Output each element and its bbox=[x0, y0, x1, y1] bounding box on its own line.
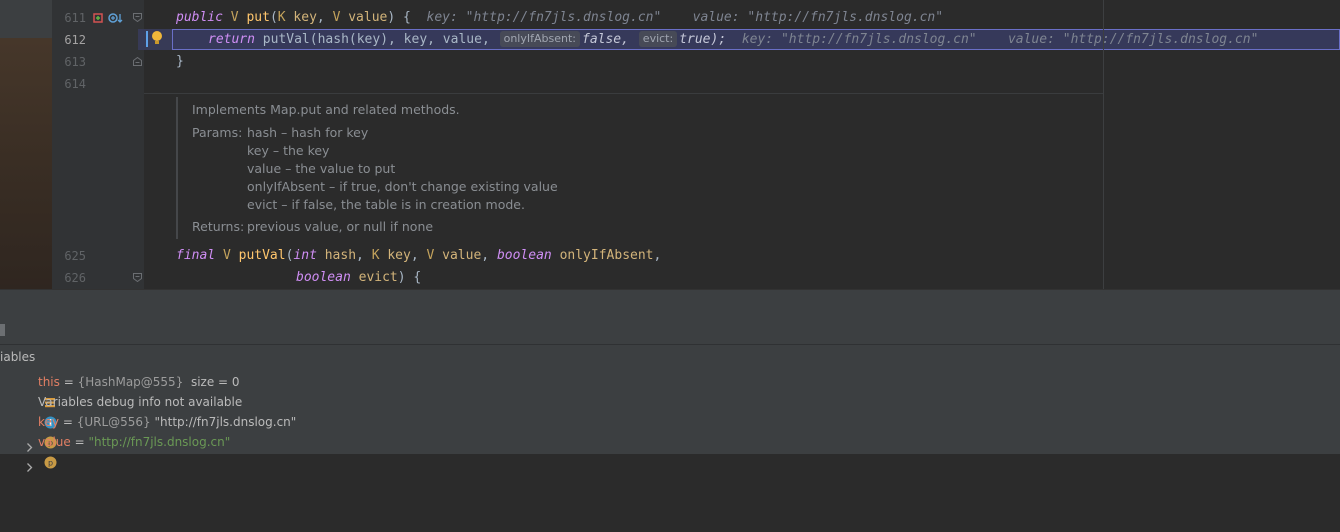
literal: false, bbox=[582, 32, 629, 47]
code-line-612[interactable]: return putVal(hash(key), key, value, onl… bbox=[208, 29, 1258, 51]
code-line-611[interactable]: public V put(K key, V value) { key: "htt… bbox=[176, 7, 943, 29]
punct: ) { bbox=[387, 10, 411, 25]
info-message: Variables debug info not available bbox=[38, 395, 243, 409]
param-name: onlyIfAbsent bbox=[559, 248, 654, 263]
doc-params-label: Params: bbox=[192, 125, 243, 140]
debugger-toolbar bbox=[0, 317, 1340, 345]
field-icon bbox=[21, 375, 55, 408]
method-name: putVal bbox=[238, 248, 286, 263]
type-name: V bbox=[426, 248, 435, 263]
override-down-icon[interactable] bbox=[108, 10, 124, 29]
variable-value: "http://fn7jls.dnslog.cn" bbox=[88, 435, 231, 449]
type-name: K bbox=[277, 10, 286, 25]
right-margin-guide bbox=[1103, 0, 1104, 289]
doc-summary: Implements Map.put and related methods. bbox=[192, 102, 460, 117]
code-editor[interactable]: 611 612 613 614 625 626 public V put(K k… bbox=[0, 0, 1340, 289]
param-name: hash bbox=[324, 248, 357, 263]
type-name: V bbox=[230, 10, 239, 25]
keyword: return bbox=[208, 32, 255, 47]
project-panel-edge bbox=[0, 0, 52, 289]
param-hint: onlyIfAbsent: bbox=[499, 31, 580, 47]
implemented-method-icon[interactable] bbox=[92, 10, 105, 29]
param-hint: evict: bbox=[638, 31, 678, 47]
punct: , bbox=[316, 10, 333, 25]
type-name: V bbox=[222, 248, 231, 263]
variable-value: "http://fn7jls.dnslog.cn" bbox=[154, 415, 297, 429]
keyword: int bbox=[293, 248, 317, 263]
fold-collapse-icon[interactable] bbox=[133, 13, 142, 22]
doc-separator bbox=[144, 93, 1104, 94]
doc-param: onlyIfAbsent – if true, don't change exi… bbox=[247, 179, 558, 194]
variable-name: this bbox=[38, 375, 60, 389]
code-line-625[interactable]: final V putVal(int hash, K key, V value,… bbox=[176, 245, 661, 267]
fold-collapse-icon[interactable] bbox=[133, 273, 142, 282]
toolbar-handle-icon[interactable] bbox=[0, 324, 5, 336]
variable-name: key bbox=[38, 415, 60, 429]
call-expression: putVal(hash(key), key, value, bbox=[262, 32, 490, 47]
doc-returns: previous value, or null if none bbox=[247, 219, 434, 234]
svg-text:p: p bbox=[48, 459, 53, 468]
line-number[interactable]: 626 bbox=[52, 267, 86, 289]
variable-name: value bbox=[38, 435, 71, 449]
doc-param: evict – if false, the table is in creati… bbox=[247, 197, 525, 212]
code-line-626[interactable]: boolean evict) { bbox=[296, 267, 421, 289]
param-name: key bbox=[387, 248, 411, 263]
variable-type: {URL@556} bbox=[76, 415, 151, 429]
param-name: value bbox=[348, 10, 388, 25]
type-name: K bbox=[371, 248, 380, 263]
doc-param: value – the value to put bbox=[247, 161, 396, 176]
variable-row[interactable]: p key = {URL@556} "http://fn7jls.dnslog.… bbox=[0, 412, 1340, 452]
inline-debug-value: key: "http://fn7jls.dnslog.cn" bbox=[741, 32, 977, 47]
gutter-top-strip bbox=[0, 0, 52, 38]
variable-row[interactable]: this = {HashMap@555} size = 0 bbox=[0, 372, 1340, 408]
param-name: value bbox=[442, 248, 482, 263]
line-number[interactable]: 613 bbox=[52, 51, 86, 73]
variable-value: size = 0 bbox=[190, 375, 240, 389]
method-name: put bbox=[246, 10, 270, 25]
keyword: boolean bbox=[296, 270, 351, 285]
variable-row: Variables debug info not available bbox=[0, 392, 1340, 429]
punct: , bbox=[653, 248, 662, 263]
variable-row[interactable]: p value = "http://fn7jls.dnslog.cn" bbox=[0, 432, 1340, 472]
line-number[interactable]: 625 bbox=[52, 245, 86, 267]
variables-panel-header: iables bbox=[0, 345, 1340, 373]
doc-returns-label: Returns: bbox=[192, 219, 245, 234]
doc-param: key – the key bbox=[247, 143, 330, 158]
doc-param: hash – hash for key bbox=[247, 125, 369, 140]
variable-type: {HashMap@555} bbox=[77, 375, 184, 389]
caret-marker bbox=[146, 31, 148, 47]
punct: ( bbox=[269, 10, 278, 25]
rendered-javadoc[interactable]: Implements Map.put and related methods. … bbox=[176, 97, 1098, 239]
type-name: V bbox=[332, 10, 341, 25]
fold-end-icon[interactable] bbox=[133, 57, 142, 66]
code-line-613[interactable]: } bbox=[176, 51, 184, 73]
param-icon: p bbox=[21, 435, 57, 469]
variables-panel-title[interactable]: iables bbox=[0, 350, 35, 364]
inline-debug-value: value: "http://fn7jls.dnslog.cn" bbox=[692, 10, 944, 25]
line-number[interactable]: 611 bbox=[52, 7, 86, 29]
panel-divider[interactable] bbox=[0, 289, 1340, 318]
keyword: final bbox=[176, 248, 216, 263]
inline-debug-value: value: "http://fn7jls.dnslog.cn" bbox=[1007, 32, 1259, 47]
keyword: boolean bbox=[496, 248, 552, 263]
param-name: key bbox=[293, 10, 317, 25]
bulb-icon[interactable] bbox=[150, 29, 164, 47]
keyword: public bbox=[176, 10, 223, 25]
line-number[interactable]: 614 bbox=[52, 73, 86, 95]
param-icon: p bbox=[21, 415, 57, 449]
literal: true); bbox=[679, 32, 727, 47]
param-name: evict bbox=[358, 270, 398, 285]
line-number[interactable]: 612 bbox=[52, 29, 86, 51]
inline-debug-value: key: "http://fn7jls.dnslog.cn" bbox=[426, 10, 662, 25]
info-icon bbox=[21, 395, 57, 429]
punct: ) { bbox=[397, 270, 422, 285]
variables-tree[interactable]: this = {HashMap@555} size = 0 Variables … bbox=[0, 372, 1340, 472]
